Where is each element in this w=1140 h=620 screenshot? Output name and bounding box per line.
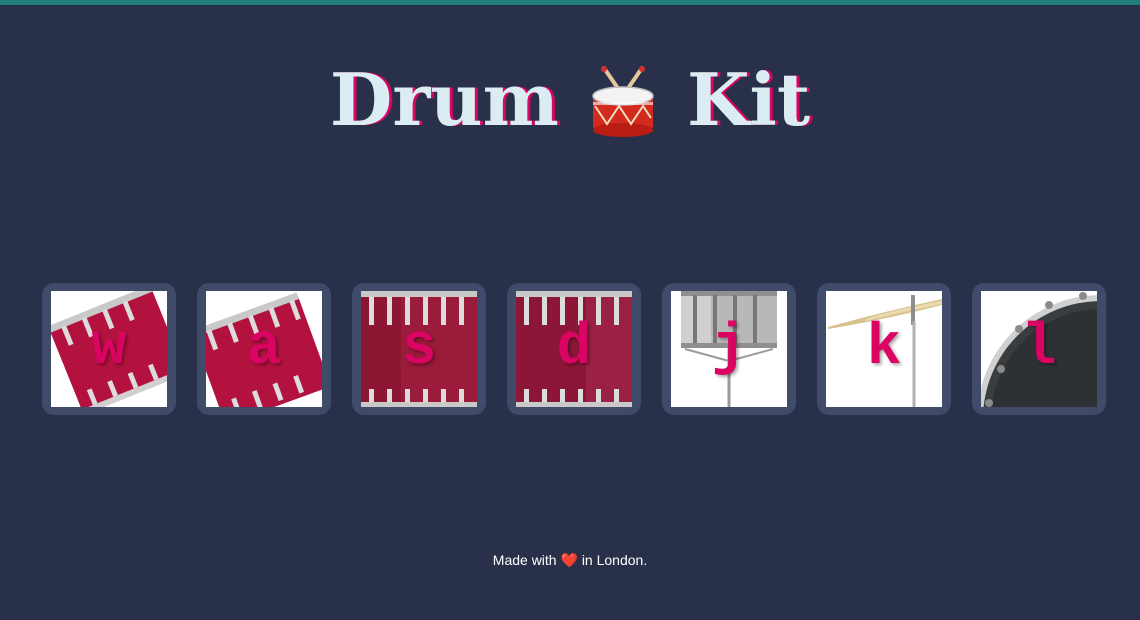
drum-button-a[interactable]: a xyxy=(197,283,331,415)
drum-face: k xyxy=(826,291,942,407)
drum-button-w[interactable]: w xyxy=(42,283,176,415)
drum-button-s[interactable]: s xyxy=(352,283,486,415)
page-title: Drum Kit xyxy=(0,50,1140,150)
drum-key-label: d xyxy=(556,316,592,381)
footer-text-before: Made with xyxy=(492,552,557,568)
drum-key-label: w xyxy=(91,316,127,381)
drum-key-label: l xyxy=(1021,316,1057,381)
drum-key-label: j xyxy=(711,316,747,381)
drum-key-label: s xyxy=(401,316,437,381)
drum-button-k[interactable]: k xyxy=(817,283,951,415)
drum-button-l[interactable]: l xyxy=(972,283,1106,415)
drum-emoji-icon xyxy=(590,63,656,137)
title-word-kit: Kit xyxy=(686,57,811,142)
drum-key-label: a xyxy=(246,316,282,381)
drum-face: a xyxy=(206,291,322,407)
drum-button-j[interactable]: j xyxy=(662,283,796,415)
drum-button-d[interactable]: d xyxy=(507,283,641,415)
heart-icon: ❤️ xyxy=(560,552,578,568)
drum-face: s xyxy=(361,291,477,407)
footer-text-after: in London. xyxy=(581,552,648,568)
drum-key-label: k xyxy=(866,316,902,381)
title-word-drum: Drum xyxy=(329,57,559,142)
drum-face: l xyxy=(981,291,1097,407)
footer: Made with ❤️ in London. xyxy=(0,550,1140,570)
top-accent-bar xyxy=(0,0,1140,5)
drum-face: j xyxy=(671,291,787,407)
drum-set: w a s d j k l xyxy=(42,283,1106,415)
drum-face: w xyxy=(51,291,167,407)
drum-face: d xyxy=(516,291,632,407)
